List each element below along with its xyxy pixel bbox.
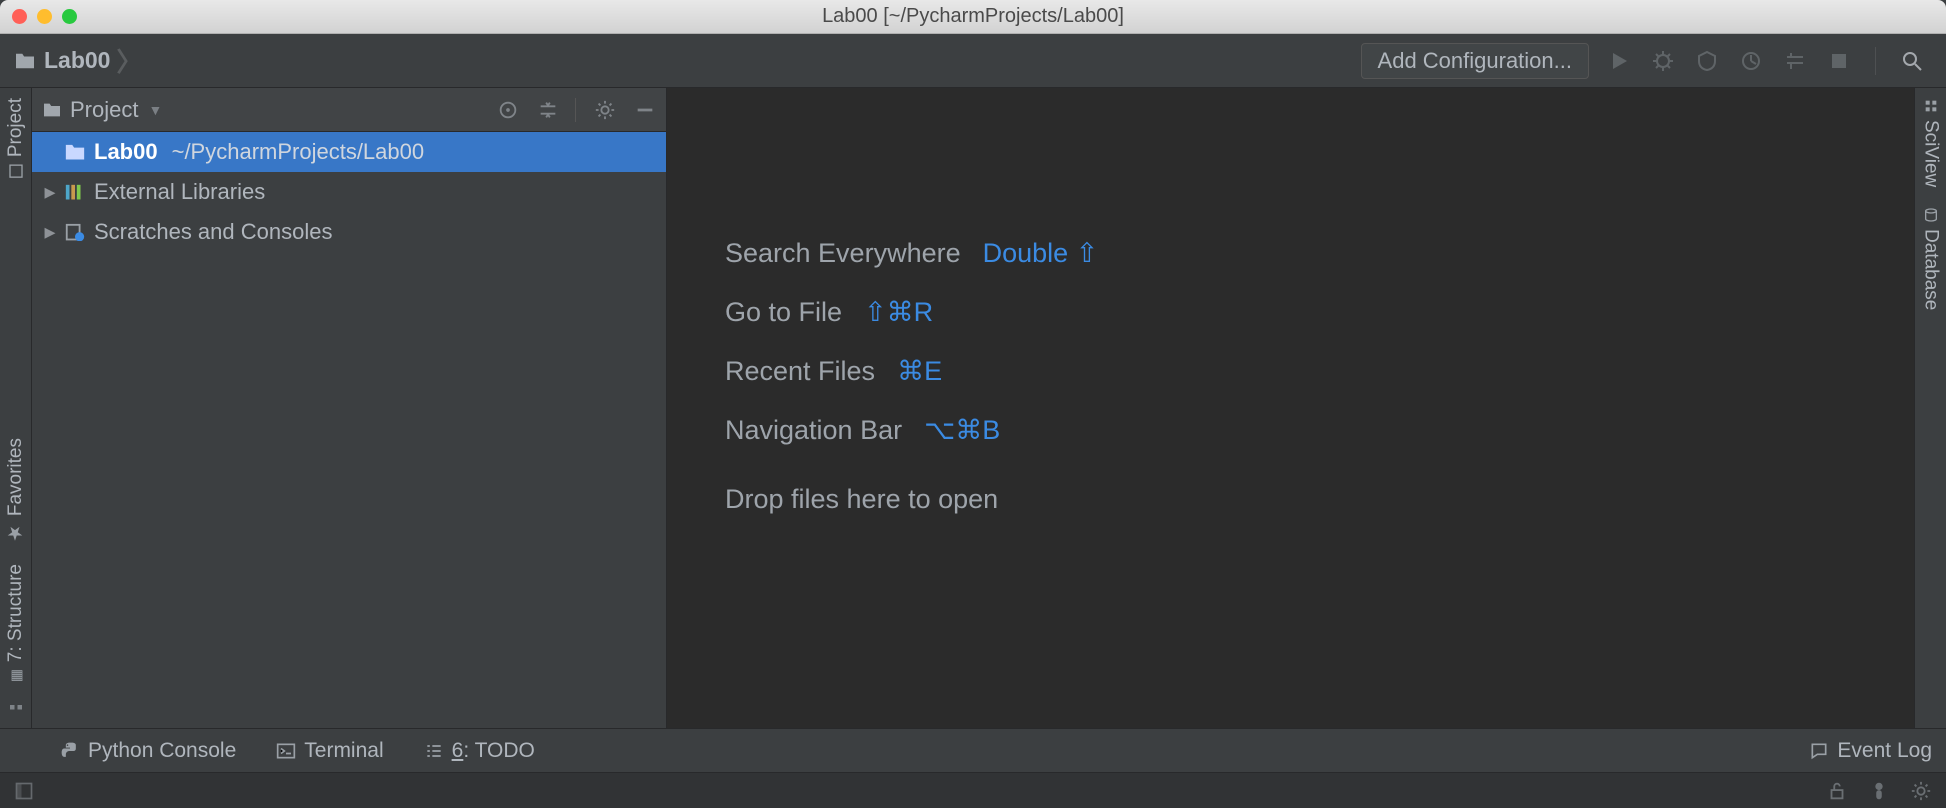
editor-tips: Search EverywhereDouble ⇧ Go to File⇧⌘R … <box>725 238 1098 515</box>
structure-tool-button[interactable]: ▦ 7: Structure <box>5 554 27 694</box>
tree-item-path: ~/PycharmProjects/Lab00 <box>172 139 425 165</box>
tip-nav-label: Navigation Bar <box>725 415 902 446</box>
event-log-label: Event Log <box>1837 739 1932 763</box>
tip-search-key: Double ⇧ <box>983 238 1099 269</box>
scratch-icon <box>64 223 86 241</box>
separator <box>1875 47 1876 75</box>
close-window-icon[interactable] <box>12 9 27 24</box>
tree-item-name: Lab00 <box>94 139 158 165</box>
library-icon <box>64 183 86 201</box>
left-tool-gutter: Project ★ Favorites ▦ 7: Structure <box>0 88 32 728</box>
minimize-window-icon[interactable] <box>37 9 52 24</box>
python-icon <box>60 741 80 761</box>
sciview-icon <box>1923 98 1939 114</box>
profile-icon[interactable] <box>1739 49 1763 73</box>
right-tool-gutter: SciView Database <box>1914 88 1946 728</box>
terminal-tool-button[interactable]: Terminal <box>276 739 383 763</box>
lock-icon[interactable] <box>1826 780 1848 802</box>
sciview-tool-label: SciView <box>1920 120 1942 187</box>
python-console-tool-button[interactable]: Python Console <box>60 739 236 763</box>
favorites-tool-button[interactable]: ★ Favorites <box>5 428 27 554</box>
bottom-tool-bar: Python Console Terminal 6: TODO Event Lo… <box>0 728 1946 772</box>
database-tool-label: Database <box>1920 229 1942 310</box>
chevron-right-icon: 〉 <box>116 42 142 79</box>
todo-label: : TODO <box>463 739 535 762</box>
coverage-icon[interactable] <box>1695 49 1719 73</box>
expand-arrow-icon[interactable]: ▸ <box>44 219 56 245</box>
breadcrumb[interactable]: Lab00 〉 <box>14 42 143 79</box>
chevron-down-icon[interactable]: ▼ <box>148 102 162 118</box>
status-bar <box>0 772 1946 808</box>
terminal-icon <box>276 741 296 761</box>
tip-goto-key: ⇧⌘R <box>864 297 933 328</box>
tip-goto-label: Go to File <box>725 297 842 328</box>
project-tree[interactable]: Lab00 ~/PycharmProjects/Lab00 ▸ External… <box>32 132 666 728</box>
event-log-icon <box>1809 741 1829 761</box>
project-tool-button[interactable]: Project <box>5 88 27 189</box>
settings-status-icon[interactable] <box>1910 780 1932 802</box>
python-console-label: Python Console <box>88 739 236 763</box>
search-icon[interactable] <box>1900 49 1924 73</box>
terminal-label: Terminal <box>304 739 383 763</box>
window-titlebar: Lab00 [~/PycharmProjects/Lab00] <box>0 0 1946 34</box>
todo-mnemonic: 6 <box>452 739 464 762</box>
favorites-tool-label: Favorites <box>5 438 27 516</box>
tree-root-item[interactable]: Lab00 ~/PycharmProjects/Lab00 <box>32 132 666 172</box>
tip-recent-label: Recent Files <box>725 356 875 387</box>
window-controls[interactable] <box>12 9 77 24</box>
gutter-extra-icon <box>7 702 25 720</box>
stop-icon[interactable] <box>1827 49 1851 73</box>
todo-tool-button[interactable]: 6: TODO <box>424 739 535 763</box>
hide-icon[interactable] <box>634 99 656 121</box>
run-icon[interactable] <box>1607 49 1631 73</box>
debug-icon[interactable] <box>1651 49 1675 73</box>
gear-icon[interactable] <box>594 99 616 121</box>
folder-icon <box>64 143 86 161</box>
collapse-all-icon[interactable] <box>537 99 559 121</box>
attach-icon[interactable] <box>1783 49 1807 73</box>
event-log-tool-button[interactable]: Event Log <box>1809 739 1932 763</box>
locate-icon[interactable] <box>497 99 519 121</box>
todo-icon <box>424 741 444 761</box>
separator <box>575 98 576 122</box>
database-tool-button[interactable]: Database <box>1920 197 1942 320</box>
project-panel-header: Project ▼ <box>32 88 666 132</box>
expand-arrow-icon[interactable]: ▸ <box>44 179 56 205</box>
project-icon <box>8 163 24 179</box>
add-configuration-button[interactable]: Add Configuration... <box>1361 43 1589 79</box>
tip-drop-label: Drop files here to open <box>725 484 1098 515</box>
breadcrumb-root: Lab00 <box>44 47 110 74</box>
tree-item-label: Scratches and Consoles <box>94 219 332 245</box>
project-tool-window: Project ▼ Lab00 ~/PycharmProjects/Lab00 … <box>32 88 667 728</box>
project-panel-title[interactable]: Project <box>70 97 138 123</box>
database-icon <box>1923 207 1939 223</box>
navigation-bar: Lab00 〉 Add Configuration... <box>0 34 1946 88</box>
tip-recent-key: ⌘E <box>897 356 942 387</box>
inspector-icon[interactable] <box>1868 780 1890 802</box>
folder-icon <box>14 52 36 70</box>
tip-nav-key: ⌥⌘B <box>924 415 1000 446</box>
folder-icon <box>42 102 62 118</box>
tip-search-label: Search Everywhere <box>725 238 961 269</box>
window-title: Lab00 [~/PycharmProjects/Lab00] <box>0 5 1946 28</box>
sciview-tool-button[interactable]: SciView <box>1920 88 1942 197</box>
tree-item-external-libraries[interactable]: ▸ External Libraries <box>32 172 666 212</box>
structure-tool-label: 7: Structure <box>5 564 27 662</box>
tree-item-label: External Libraries <box>94 179 265 205</box>
maximize-window-icon[interactable] <box>62 9 77 24</box>
editor-empty-area[interactable]: Search EverywhereDouble ⇧ Go to File⇧⌘R … <box>667 88 1914 728</box>
project-tool-label: Project <box>5 98 27 157</box>
tree-item-scratches[interactable]: ▸ Scratches and Consoles <box>32 212 666 252</box>
tool-windows-icon[interactable] <box>14 781 34 801</box>
